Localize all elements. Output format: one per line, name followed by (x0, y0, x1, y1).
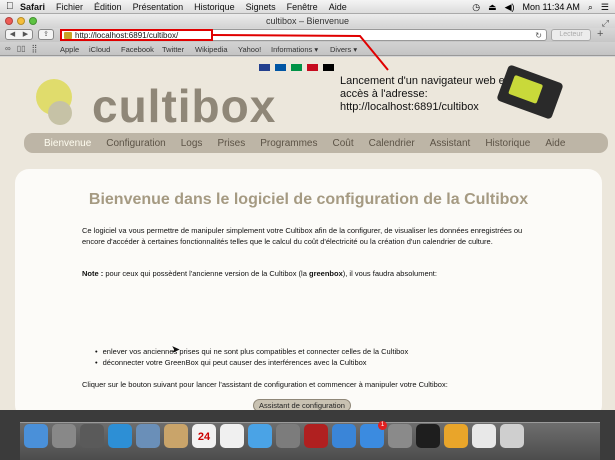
logo-circle-small (48, 101, 72, 125)
launchpad-icon[interactable] (52, 424, 76, 448)
note-bold: greenbox (308, 269, 343, 278)
main-nav: Bienvenue Configuration Logs Prises Prog… (24, 133, 608, 153)
annotation-text: Lancement d'un navigateur web et accès à… (340, 75, 508, 113)
menu-fichier[interactable]: Fichier (56, 2, 83, 12)
flag-de-icon[interactable] (323, 64, 334, 71)
itunes-icon[interactable] (332, 424, 356, 448)
apple-icon[interactable]:  (6, 1, 20, 12)
instructions-list: enlever vos anciennes prises qui ne sont… (95, 347, 525, 368)
search-icon[interactable]: ⌕ (588, 2, 593, 13)
nav-historique[interactable]: Historique (485, 138, 530, 149)
intro-text: Ce logiciel va vous permettre de manipul… (82, 226, 523, 246)
clock[interactable]: Mon 11:34 AM (523, 2, 580, 12)
finder-icon[interactable] (24, 424, 48, 448)
notes-icon[interactable] (220, 424, 244, 448)
photo-booth-icon[interactable] (304, 424, 328, 448)
web-page: cultibox Lancement d'un navigateur web e… (0, 57, 615, 410)
trash-icon[interactable] (500, 424, 524, 448)
app-store-badge: 1 (378, 421, 387, 430)
cta-text: Cliquer sur le bouton suivant pour lance… (82, 380, 448, 389)
nav-assistant[interactable]: Assistant (430, 138, 471, 149)
menu-safari[interactable]: Safari (20, 2, 45, 12)
contacts-icon[interactable] (164, 424, 188, 448)
flag-es-icon[interactable] (307, 64, 318, 71)
bookmark-divers[interactable]: Divers ▾ (330, 45, 357, 54)
menu-fenetre[interactable]: Fenêtre (287, 2, 318, 12)
menu-signets[interactable]: Signets (246, 2, 276, 12)
top-sites-icon[interactable]: ⣿ (32, 44, 38, 53)
flag-fr-icon[interactable] (275, 64, 286, 71)
nav-prises[interactable]: Prises (217, 138, 245, 149)
nav-configuration[interactable]: Configuration (106, 138, 165, 149)
window-title: cultibox – Bienvenue (265, 16, 350, 26)
menu-bar:  Safari Fichier Édition Présentation Hi… (0, 0, 615, 14)
list-item: enlever vos anciennes prises qui ne sont… (95, 347, 525, 358)
terminal-icon[interactable] (416, 424, 440, 448)
page-title: Bienvenue dans le logiciel de configurat… (88, 191, 529, 208)
nav-calendrier[interactable]: Calendrier (369, 138, 415, 149)
nav-buttons: ◀ ▶ (5, 29, 33, 40)
bookmark-wikipedia[interactable]: Wikipedia (195, 45, 228, 54)
back-button[interactable]: ◀ (6, 30, 19, 39)
menu-presentation[interactable]: Présentation (133, 2, 184, 12)
url-highlight-box (60, 29, 213, 41)
list-icon[interactable]: ☰ (601, 2, 609, 13)
bookmark-informations[interactable]: Informations ▾ (271, 45, 318, 54)
nav-cout[interactable]: Coût (332, 138, 353, 149)
facetime-icon[interactable] (276, 424, 300, 448)
language-flags (259, 64, 334, 71)
safari-icon[interactable] (108, 424, 132, 448)
dock: 24 1 (0, 410, 615, 460)
eject-icon[interactable]: ⏏ (488, 2, 497, 13)
note-end: ), il vous faudra absolument: (342, 269, 437, 278)
bookmarks-icon[interactable]: ▯▯ (17, 44, 26, 53)
nav-bienvenue[interactable]: Bienvenue (44, 138, 91, 149)
note-label: Note : (82, 269, 104, 278)
note-paragraph: Note : pour ceux qui possèdent l'ancienn… (82, 269, 542, 280)
mission-control-icon[interactable] (80, 424, 104, 448)
cultibox-logo: cultibox (92, 80, 277, 132)
bookmark-apple[interactable]: Apple (60, 45, 79, 54)
new-tab-icon[interactable]: + (597, 28, 603, 40)
nav-logs[interactable]: Logs (181, 138, 203, 149)
calendar-icon[interactable]: 24 (192, 424, 216, 448)
flag-it-icon[interactable] (291, 64, 302, 71)
reading-list-icon[interactable]: ∞ (5, 44, 11, 53)
forward-button[interactable]: ▶ (19, 30, 32, 39)
nav-programmes[interactable]: Programmes (260, 138, 317, 149)
messages-icon[interactable] (248, 424, 272, 448)
chrome-icon[interactable] (444, 424, 468, 448)
bookmark-yahoo[interactable]: Yahoo! (238, 45, 261, 54)
list-item: déconnecter votre GreenBox qui peut caus… (95, 358, 525, 369)
share-button[interactable]: ⇪ (38, 29, 54, 40)
note-text: pour ceux qui possèdent l'ancienne versi… (103, 269, 309, 278)
menu-aide[interactable]: Aide (329, 2, 347, 12)
app-store-icon[interactable]: 1 (360, 421, 387, 448)
menu-edition[interactable]: Édition (94, 2, 122, 12)
zoom-button[interactable] (29, 17, 37, 25)
minimize-button[interactable] (17, 17, 25, 25)
close-button[interactable] (5, 17, 13, 25)
bookmark-facebook[interactable]: Facebook (121, 45, 154, 54)
document-icon[interactable] (472, 424, 496, 448)
mail-icon[interactable] (136, 424, 160, 448)
reload-icon[interactable]: ↻ (535, 30, 542, 41)
dock-icons: 24 1 (24, 421, 524, 448)
volume-icon[interactable]: ◀) (505, 2, 515, 13)
bookmark-twitter[interactable]: Twitter (162, 45, 184, 54)
nav-aide[interactable]: Aide (545, 138, 565, 149)
time-machine-icon[interactable]: ◷ (472, 2, 480, 13)
mouse-cursor-icon: ➤ (171, 344, 181, 356)
content-panel: Bienvenue dans le logiciel de configurat… (15, 169, 602, 410)
window-title-bar: cultibox – Bienvenue ⤢ (0, 14, 615, 28)
configuration-assistant-button[interactable]: Assistant de configuration (253, 399, 351, 410)
bookmarks-bar: ∞ ▯▯ ⣿ Apple iCloud Facebook Twitter Wik… (0, 42, 615, 56)
menu-historique[interactable]: Historique (194, 2, 235, 12)
flag-en-icon[interactable] (259, 64, 270, 71)
bookmark-icloud[interactable]: iCloud (89, 45, 110, 54)
system-preferences-icon[interactable] (388, 424, 412, 448)
reader-button[interactable]: Lecteur (551, 29, 591, 41)
